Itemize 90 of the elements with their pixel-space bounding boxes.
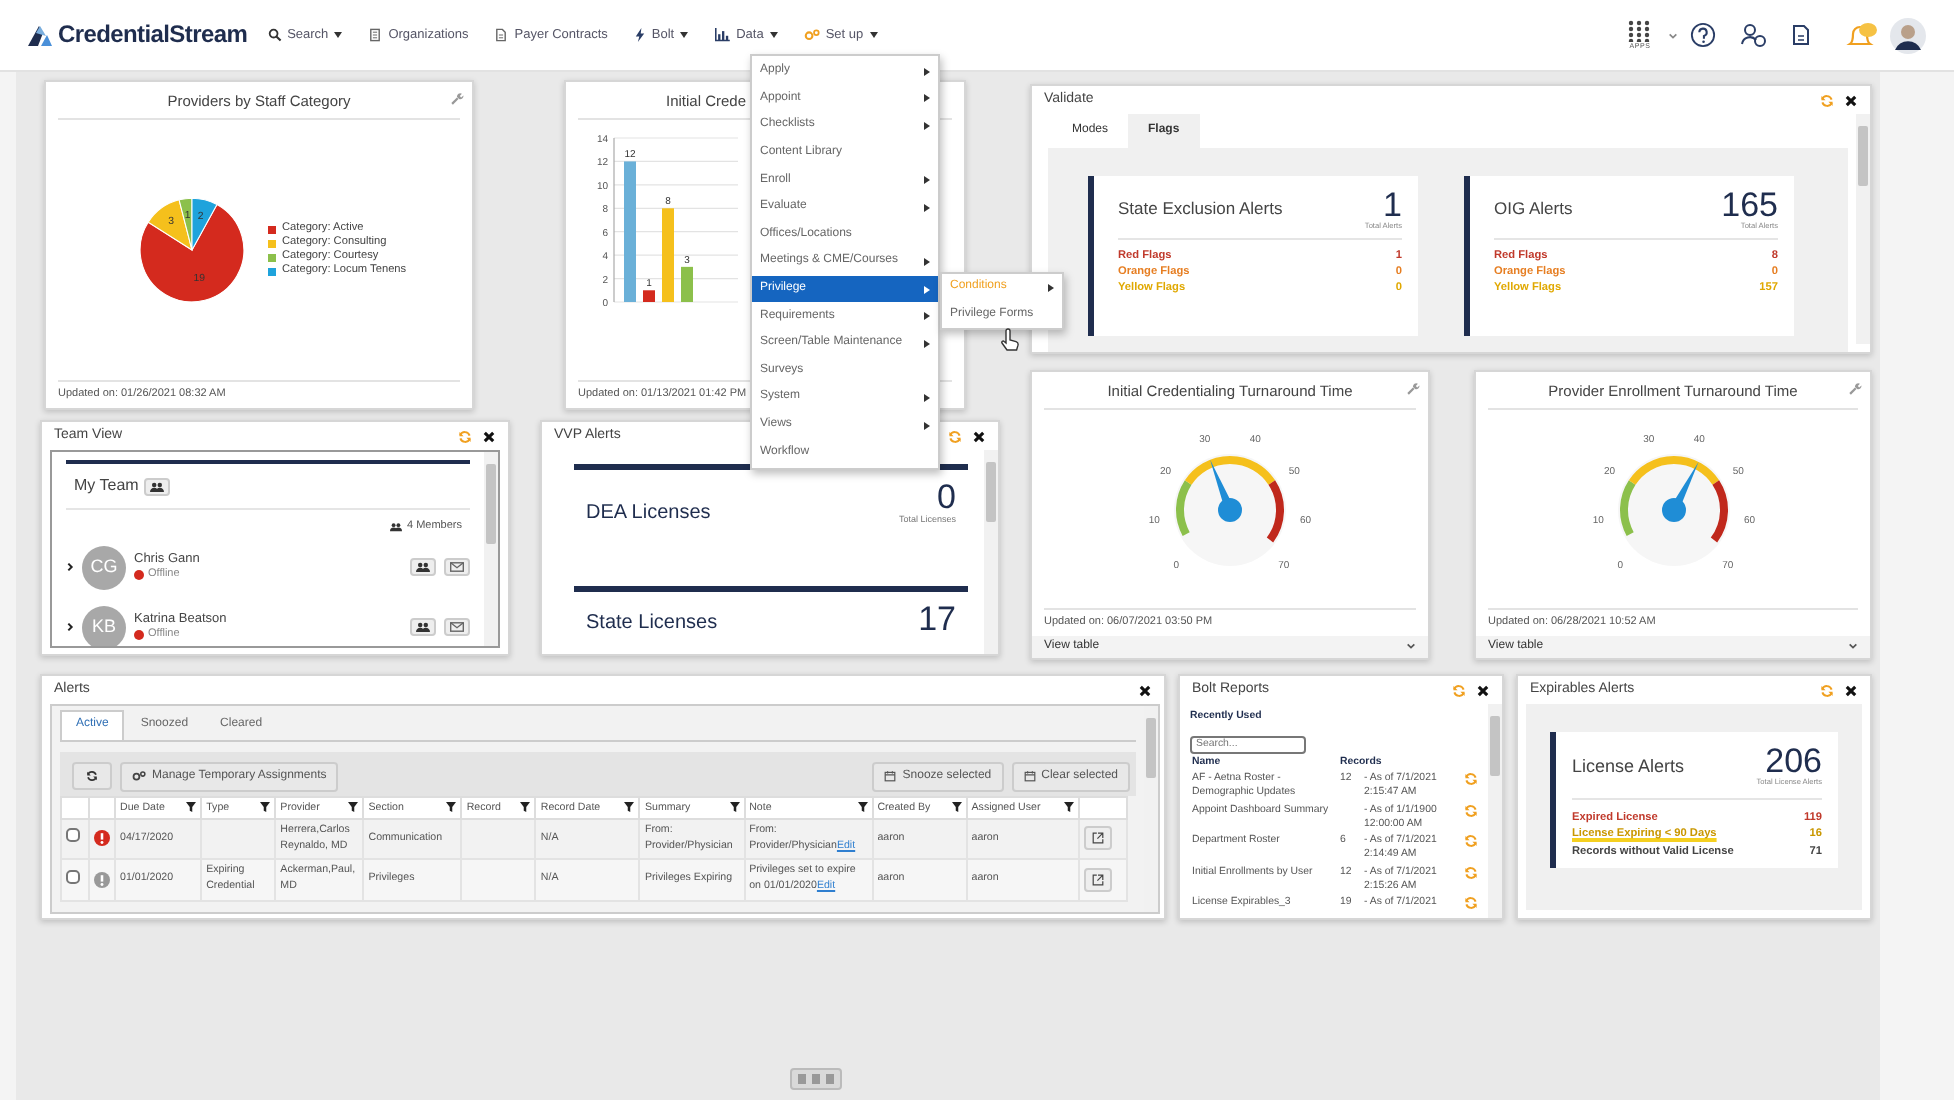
scrollbar[interactable]	[984, 450, 998, 654]
calendar-icon	[1023, 770, 1036, 783]
gears-icon	[132, 770, 146, 783]
card-title: DEA Licenses	[586, 501, 711, 526]
mail-button[interactable]	[444, 618, 470, 637]
filter-icon[interactable]	[446, 802, 457, 813]
chevron-right-icon[interactable]	[66, 622, 74, 633]
search-icon	[267, 27, 282, 42]
wrench-icon[interactable]	[1848, 382, 1862, 396]
wrench-icon[interactable]	[1406, 382, 1420, 396]
avatar: CG	[82, 545, 126, 590]
alert-icon	[94, 830, 111, 847]
close-icon[interactable]	[1138, 683, 1152, 698]
building-icon	[368, 27, 383, 42]
scrollbar[interactable]	[1488, 704, 1502, 918]
logo-icon	[28, 24, 52, 46]
filter-icon[interactable]	[260, 802, 271, 813]
filter-icon[interactable]	[857, 802, 868, 813]
mail-icon	[450, 562, 464, 573]
total-count: 0	[937, 480, 956, 515]
card-title: State Licenses	[586, 612, 718, 637]
team-button[interactable]	[144, 477, 171, 496]
close-icon[interactable]	[1476, 683, 1490, 698]
people-icon	[416, 562, 430, 573]
legend-swatch	[268, 253, 276, 262]
people-icon	[150, 481, 165, 492]
refresh-icon	[86, 770, 98, 783]
total-count: 17	[918, 602, 956, 637]
gauge-needle	[1210, 459, 1242, 522]
filter-icon[interactable]	[348, 802, 359, 813]
total-count: 206	[1765, 744, 1822, 779]
filter-icon[interactable]	[520, 802, 531, 813]
help-icon[interactable]	[1690, 22, 1716, 48]
users-icon[interactable]	[1740, 22, 1768, 48]
row-checkbox[interactable]	[66, 828, 80, 843]
bar	[681, 266, 693, 302]
filter-icon[interactable]	[951, 802, 962, 813]
card-title: License Alerts	[1572, 755, 1685, 778]
close-icon[interactable]	[1844, 93, 1858, 108]
filter-icon[interactable]	[729, 802, 740, 813]
bar	[624, 161, 636, 302]
team-button[interactable]	[410, 618, 436, 637]
filter-icon[interactable]	[624, 802, 635, 813]
brand-name: CredentialStream	[58, 20, 248, 50]
filter-icon[interactable]	[1063, 802, 1074, 813]
alert-icon	[94, 871, 111, 888]
total-count: 1	[1383, 187, 1402, 222]
wrench-icon[interactable]	[450, 92, 464, 106]
chevron-down-icon	[1406, 642, 1416, 651]
popout-icon	[1091, 873, 1104, 886]
avatar-icon[interactable]	[1890, 17, 1926, 53]
calendar-icon	[884, 770, 897, 783]
refresh-button[interactable]	[72, 762, 112, 791]
open-button[interactable]	[1083, 826, 1112, 851]
document-icon[interactable]	[1792, 24, 1810, 46]
legend-swatch	[268, 267, 276, 276]
row-checkbox[interactable]	[66, 869, 80, 884]
bar-chart-icon	[714, 27, 731, 42]
team-button[interactable]	[410, 558, 436, 577]
avatar: KB	[82, 605, 126, 646]
mail-icon	[450, 622, 464, 633]
card-title: OIG Alerts	[1494, 198, 1573, 219]
popout-icon	[1091, 832, 1104, 845]
total-count: 165	[1721, 187, 1778, 222]
filter-icon[interactable]	[186, 802, 197, 813]
toolbar-handle-icon[interactable]	[790, 1068, 842, 1090]
gauge-dial	[1174, 454, 1286, 566]
bar	[662, 208, 674, 302]
card-title: State Exclusion Alerts	[1118, 198, 1283, 219]
chevron-down-icon[interactable]	[1668, 31, 1678, 39]
bar	[643, 290, 655, 302]
close-icon[interactable]	[482, 429, 496, 444]
gauge-needle	[1661, 461, 1698, 522]
chevron-down-icon	[1848, 642, 1858, 651]
gauge-dial	[1617, 454, 1729, 566]
mail-button[interactable]	[444, 558, 470, 577]
close-icon[interactable]	[1844, 683, 1858, 698]
chevron-right-icon[interactable]	[66, 562, 74, 573]
scrollbar[interactable]	[484, 452, 498, 646]
scrollbar[interactable]	[1856, 114, 1870, 344]
legend-swatch	[268, 239, 276, 248]
gears-icon	[803, 27, 820, 42]
bolt-icon	[633, 27, 646, 42]
legend-swatch	[268, 225, 276, 234]
document-icon	[494, 27, 509, 42]
people-icon	[390, 521, 403, 532]
people-icon	[416, 622, 430, 633]
close-icon[interactable]	[972, 429, 986, 444]
open-button[interactable]	[1083, 867, 1112, 892]
team-title: My Team	[74, 476, 139, 496]
